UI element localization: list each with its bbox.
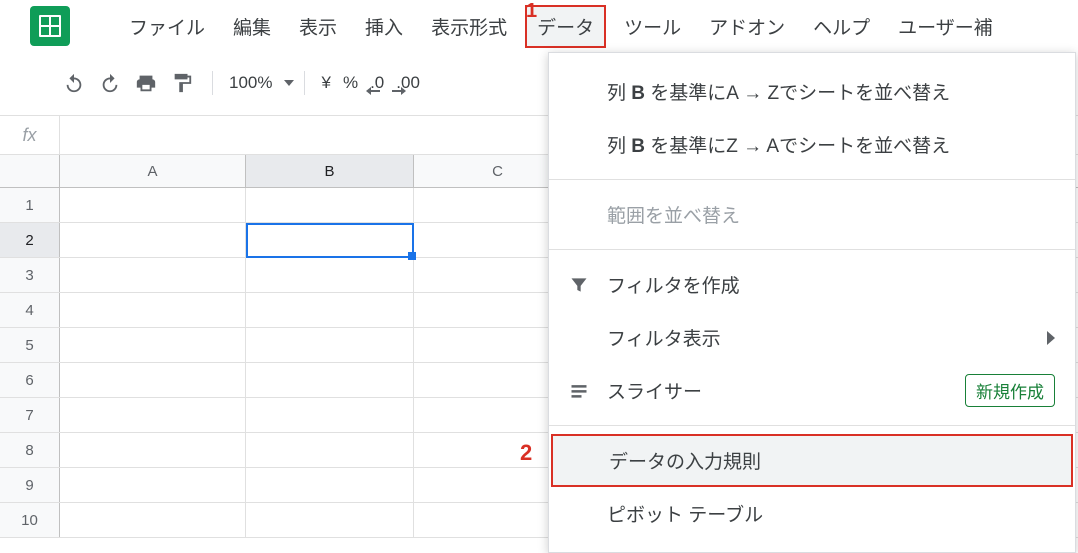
row-header[interactable]: 3	[0, 258, 60, 292]
menu-help[interactable]: ヘルプ	[803, 7, 880, 46]
toolbar-separator	[212, 71, 213, 95]
menu-data-validation[interactable]: データの入力規則	[551, 434, 1073, 487]
data-menu-dropdown: 列 B を基準にA → Zでシートを並べ替え 列 B を基準にZ → Aでシート…	[548, 52, 1076, 553]
menu-separator	[549, 425, 1075, 426]
cell[interactable]	[60, 328, 246, 362]
cell[interactable]	[246, 328, 414, 362]
cell[interactable]	[60, 188, 246, 222]
right-arrow-icon	[392, 87, 406, 95]
menu-accessibility[interactable]: ユーザー補	[888, 7, 1003, 46]
menu-tools[interactable]: ツール	[614, 7, 691, 46]
row-header[interactable]: 2	[0, 223, 60, 257]
redo-icon	[99, 72, 121, 94]
menu-separator	[549, 249, 1075, 250]
cell[interactable]	[246, 363, 414, 397]
menu-sort-sheet-za-label: 列 B を基準にZ → Aでシートを並べ替え	[607, 131, 1055, 158]
cell[interactable]	[246, 398, 414, 432]
row-header[interactable]: 4	[0, 293, 60, 327]
zoom-dropdown[interactable]: 100%	[223, 73, 294, 93]
row-header[interactable]: 8	[0, 433, 60, 467]
caret-down-icon	[284, 80, 294, 86]
row-header[interactable]: 1	[0, 188, 60, 222]
cell[interactable]	[246, 293, 414, 327]
format-percent-button[interactable]: %	[337, 73, 364, 93]
menu-addons[interactable]: アドオン	[699, 7, 795, 46]
redo-button[interactable]	[94, 67, 126, 99]
filter-icon	[569, 275, 607, 295]
left-arrow-icon	[366, 87, 380, 95]
zoom-value: 100%	[223, 73, 278, 93]
cell[interactable]	[246, 258, 414, 292]
column-header-a[interactable]: A	[60, 155, 246, 187]
cell[interactable]	[60, 433, 246, 467]
row-header[interactable]: 10	[0, 503, 60, 537]
cell[interactable]	[60, 223, 246, 257]
submenu-arrow-icon	[1047, 331, 1055, 345]
print-icon	[135, 72, 157, 94]
menu-slicer[interactable]: スライサー 新規作成	[549, 364, 1075, 417]
annotation-callout-1: 1	[526, 0, 537, 23]
paint-format-button[interactable]	[166, 67, 198, 99]
cell[interactable]	[60, 258, 246, 292]
cell[interactable]	[246, 433, 414, 467]
row-header[interactable]: 6	[0, 363, 60, 397]
menu-file[interactable]: ファイル	[119, 7, 215, 46]
undo-icon	[63, 72, 85, 94]
menu-sort-sheet-az-label: 列 B を基準にA → Zでシートを並べ替え	[607, 78, 1055, 105]
menu-filter-views[interactable]: フィルタ表示	[549, 311, 1075, 364]
app-icon-sheets[interactable]	[30, 6, 70, 46]
decrease-decimal-button[interactable]: .0	[364, 73, 390, 93]
cell[interactable]	[60, 293, 246, 327]
menu-pivot-table[interactable]: ピボット テーブル	[549, 487, 1075, 540]
menu-view[interactable]: 表示	[289, 7, 347, 46]
menu-sort-sheet-za[interactable]: 列 B を基準にZ → Aでシートを並べ替え	[549, 118, 1075, 171]
cell[interactable]	[60, 363, 246, 397]
paint-format-icon	[171, 72, 193, 94]
cell[interactable]	[246, 468, 414, 502]
cell[interactable]	[60, 468, 246, 502]
increase-decimal-button[interactable]: .00	[390, 73, 426, 93]
cell[interactable]	[246, 188, 414, 222]
menu-format[interactable]: 表示形式	[421, 7, 517, 46]
select-all-corner[interactable]	[0, 155, 60, 187]
menu-edit[interactable]: 編集	[223, 7, 281, 46]
cell[interactable]	[246, 223, 414, 257]
new-badge: 新規作成	[965, 374, 1055, 407]
menu-insert[interactable]: 挿入	[355, 7, 413, 46]
fx-label: fx	[0, 116, 60, 154]
row-header[interactable]: 9	[0, 468, 60, 502]
toolbar-separator	[304, 71, 305, 95]
annotation-callout-2: 2	[520, 440, 532, 466]
cell[interactable]	[246, 503, 414, 537]
menu-sort-sheet-az[interactable]: 列 B を基準にA → Zでシートを並べ替え	[549, 65, 1075, 118]
menu-sort-range: 範囲を並べ替え	[549, 188, 1075, 241]
column-header-b[interactable]: B	[246, 155, 414, 187]
menu-separator	[549, 179, 1075, 180]
menu-create-filter[interactable]: フィルタを作成	[549, 258, 1075, 311]
cell[interactable]	[60, 398, 246, 432]
menu-data[interactable]: データ	[525, 5, 606, 48]
slicer-icon	[569, 381, 607, 401]
row-header[interactable]: 7	[0, 398, 60, 432]
menubar: ファイル 編集 表示 挿入 表示形式 データ ツール アドオン ヘルプ ユーザー…	[0, 0, 1078, 52]
undo-button[interactable]	[58, 67, 90, 99]
print-button[interactable]	[130, 67, 162, 99]
format-currency-button[interactable]: ¥	[315, 73, 336, 93]
row-header[interactable]: 5	[0, 328, 60, 362]
cell[interactable]	[60, 503, 246, 537]
